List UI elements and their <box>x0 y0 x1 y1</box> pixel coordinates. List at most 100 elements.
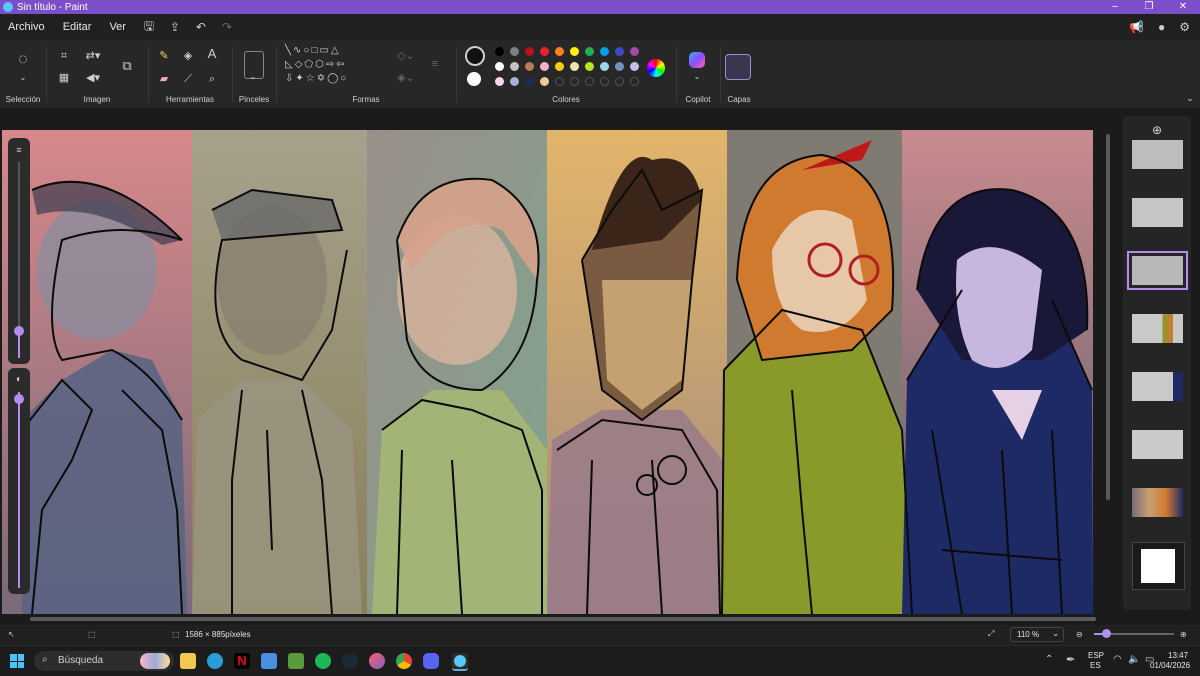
color-swatch[interactable] <box>540 62 549 71</box>
vertical-scrollbar[interactable] <box>1105 130 1111 614</box>
copilot-icon[interactable] <box>689 52 705 68</box>
layer-thumbnail-7[interactable] <box>1132 488 1183 517</box>
color-picker-icon[interactable]: ⟋ <box>181 73 195 85</box>
layer-thumbnail-background[interactable] <box>1132 542 1185 590</box>
minimize-button[interactable]: – <box>1098 0 1132 14</box>
zoom-dropdown[interactable]: 110 % ⌄ <box>1010 627 1064 642</box>
wifi-icon[interactable]: ◠ <box>1113 654 1122 665</box>
color-swatch[interactable] <box>585 62 594 71</box>
opacity-slider[interactable] <box>14 394 24 404</box>
layer-thumbnail-1[interactable] <box>1132 140 1183 169</box>
fit-to-window-icon[interactable]: ⤢ <box>988 629 994 639</box>
chevron-down-icon[interactable]: ⌄ <box>244 71 262 83</box>
chevron-down-icon[interactable]: ⌄ <box>14 72 32 84</box>
volume-icon[interactable]: 🔈 <box>1128 654 1140 665</box>
layer-thumbnail-3-selected[interactable] <box>1127 251 1188 290</box>
share-icon[interactable]: ⇪ <box>162 20 188 34</box>
drawing-canvas[interactable] <box>2 130 1093 614</box>
language-code[interactable]: ESP <box>1088 651 1104 660</box>
chrome-icon[interactable] <box>396 653 412 669</box>
image-icon[interactable]: ▦ <box>57 72 71 84</box>
netflix-icon[interactable]: N <box>234 653 250 669</box>
color-swatch[interactable] <box>555 47 564 56</box>
settings-icon[interactable]: ⚙ <box>1179 20 1190 34</box>
color-swatch[interactable] <box>570 47 579 56</box>
free-select-icon[interactable]: ◌ <box>14 52 32 68</box>
color-swatch[interactable] <box>630 77 639 86</box>
spotify-icon[interactable] <box>315 653 331 669</box>
store-icon[interactable] <box>261 653 277 669</box>
discord-icon[interactable] <box>423 653 439 669</box>
color-swatch[interactable] <box>600 47 609 56</box>
zoom-in-icon[interactable]: ⊕ <box>1180 630 1187 639</box>
maximize-button[interactable]: ❐ <box>1132 0 1166 14</box>
app-icon[interactable] <box>369 653 385 669</box>
resize-icon[interactable]: ⇄▾ <box>83 50 103 62</box>
account-icon[interactable]: ● <box>1158 20 1165 34</box>
color-swatch[interactable] <box>540 47 549 56</box>
eraser-icon[interactable]: ▰ <box>157 73 171 85</box>
color-swatch[interactable] <box>630 62 639 71</box>
search-box[interactable]: ⌕ Búsqueda <box>34 651 174 671</box>
minecraft-icon[interactable] <box>288 653 304 669</box>
color-swatch[interactable] <box>570 62 579 71</box>
close-button[interactable]: ✕ <box>1166 0 1200 14</box>
primary-color-swatch[interactable] <box>465 46 485 66</box>
color-swatch[interactable] <box>615 62 624 71</box>
zoom-slider[interactable] <box>1102 629 1111 638</box>
file-explorer-icon[interactable] <box>180 653 196 669</box>
color-swatch[interactable] <box>585 77 594 86</box>
shapes-row-1-icon[interactable]: ╲∿○□▭△ <box>285 45 385 57</box>
color-swatch[interactable] <box>495 77 504 86</box>
color-swatch[interactable] <box>600 77 609 86</box>
layers-icon[interactable] <box>725 54 751 80</box>
paint-taskbar-icon[interactable] <box>452 653 468 671</box>
outline-icon[interactable]: ◇⌄ <box>393 50 419 62</box>
color-swatch[interactable] <box>525 47 534 56</box>
menu-view[interactable]: Ver <box>101 21 136 33</box>
crop-icon[interactable]: ⌗ <box>57 50 71 62</box>
layer-thumbnail-6[interactable] <box>1132 430 1183 459</box>
text-tool[interactable]: A <box>205 47 219 60</box>
color-swatch[interactable] <box>570 77 579 86</box>
color-swatch[interactable] <box>630 47 639 56</box>
color-swatch[interactable] <box>510 47 519 56</box>
announcement-icon[interactable]: 📢 <box>1129 20 1144 34</box>
brush-size-slider[interactable] <box>14 326 24 336</box>
fill-shape-icon[interactable]: ◈⌄ <box>393 72 419 84</box>
zoom-out-icon[interactable]: ⊖ <box>1076 630 1083 639</box>
color-swatch[interactable] <box>555 62 564 71</box>
chevron-down-icon[interactable]: ⌄ <box>689 71 705 83</box>
fill-icon[interactable]: ◈ <box>181 50 195 62</box>
edit-colors-icon[interactable] <box>647 59 665 77</box>
rotate-icon[interactable]: ◀▾ <box>83 72 103 84</box>
pen-icon[interactable]: ✒ <box>1066 653 1075 666</box>
color-swatch[interactable] <box>510 62 519 71</box>
collapse-ribbon-icon[interactable]: ⌄ <box>1184 92 1196 104</box>
layer-thumbnail-4[interactable] <box>1132 314 1183 343</box>
menu-file[interactable]: Archivo <box>0 21 55 33</box>
menu-edit[interactable]: Editar <box>55 21 102 33</box>
chevron-up-icon[interactable]: ⌃ <box>1045 654 1053 665</box>
color-swatch[interactable] <box>525 77 534 86</box>
start-icon[interactable] <box>10 654 24 668</box>
color-swatch[interactable] <box>600 62 609 71</box>
color-swatch[interactable] <box>540 77 549 86</box>
size-icon[interactable]: ≡ <box>427 58 443 70</box>
color-swatch[interactable] <box>585 47 594 56</box>
color-swatch[interactable] <box>555 77 564 86</box>
color-swatch[interactable] <box>510 77 519 86</box>
save-icon[interactable]: 🖫 <box>136 17 162 38</box>
color-swatch[interactable] <box>615 47 624 56</box>
steam-icon[interactable] <box>342 653 358 669</box>
add-layer-icon[interactable]: ⊕ <box>1150 124 1164 136</box>
shapes-row-2-icon[interactable]: ◺◇⬠⬡⇨⇦ <box>285 59 385 71</box>
color-swatch[interactable] <box>495 62 504 71</box>
edge-icon[interactable] <box>207 653 223 669</box>
color-swatch[interactable] <box>615 77 624 86</box>
undo-icon[interactable]: ↶ <box>188 20 214 34</box>
magnifier-icon[interactable]: ⌕ <box>205 73 219 85</box>
clock-time[interactable]: 13:47 <box>1168 651 1188 660</box>
shapes-row-3-icon[interactable]: ⇩✦☆✡◯○ <box>285 73 385 85</box>
redo-icon[interactable]: ↷ <box>214 20 240 34</box>
